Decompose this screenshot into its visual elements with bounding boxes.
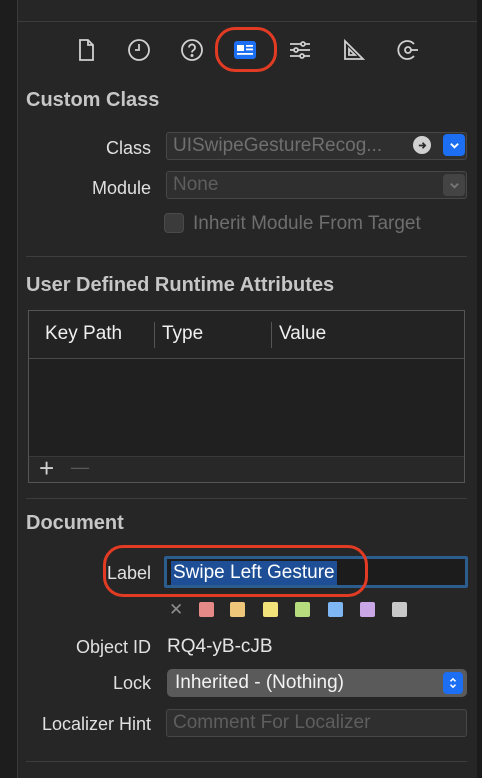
file-inspector-icon[interactable] xyxy=(72,36,100,64)
inherit-module-checkbox[interactable] xyxy=(164,213,184,233)
object-id-label: Object ID xyxy=(75,637,151,657)
column-separator xyxy=(154,322,155,348)
red-label-swatch[interactable] xyxy=(199,602,214,617)
section-divider xyxy=(26,761,467,762)
class-dropdown-chevron-icon[interactable] xyxy=(443,134,465,156)
yellow-label-swatch[interactable] xyxy=(263,602,278,617)
lock-popup-button[interactable]: Inherited - (Nothing) xyxy=(167,669,467,697)
green-label-swatch[interactable] xyxy=(295,602,310,617)
annotation-circle-label xyxy=(103,545,368,597)
section-divider xyxy=(26,498,467,499)
remove-attribute-button[interactable]: — xyxy=(71,457,89,478)
object-id-value: RQ4-yB-cJB xyxy=(167,636,273,657)
connections-inspector-icon[interactable] xyxy=(394,36,422,64)
localizer-hint-placeholder: Comment For Localizer xyxy=(173,712,371,733)
history-icon[interactable] xyxy=(125,36,153,64)
table-footer: + — xyxy=(29,453,464,484)
runtime-attributes-title: User Defined Runtime Attributes xyxy=(26,274,335,296)
table-header: Key Path Type Value xyxy=(29,311,464,359)
localizer-hint-field[interactable]: Comment For Localizer xyxy=(166,709,467,737)
right-window-edge xyxy=(477,0,482,778)
go-to-class-arrow-icon[interactable] xyxy=(413,136,431,154)
identity-inspector: Custom Class Class UISwipeGestureRecog..… xyxy=(18,82,477,778)
section-divider xyxy=(26,256,467,257)
module-dropdown-chevron-icon[interactable] xyxy=(443,174,465,196)
annotation-circle-toolbar xyxy=(215,27,277,72)
left-panel-edge xyxy=(0,0,18,778)
class-label: Class xyxy=(105,138,151,158)
inherit-module-label: Inherit Module From Target xyxy=(193,213,421,234)
module-placeholder: None xyxy=(173,174,219,195)
up-down-chevron-icon xyxy=(443,672,463,694)
lock-label: Lock xyxy=(112,673,151,693)
custom-class-title: Custom Class xyxy=(26,89,160,111)
localizer-hint-label: Localizer Hint xyxy=(41,714,151,734)
purple-label-swatch[interactable] xyxy=(360,602,375,617)
window-top-bar xyxy=(18,0,482,22)
column-separator xyxy=(271,322,272,348)
attributes-inspector-icon[interactable] xyxy=(286,36,314,64)
document-title: Document xyxy=(26,512,124,534)
module-field[interactable]: None xyxy=(166,171,467,199)
orange-label-swatch[interactable] xyxy=(230,602,245,617)
blue-label-swatch[interactable] xyxy=(328,602,343,617)
inspector-toolbar xyxy=(18,22,477,82)
add-attribute-button[interactable]: + xyxy=(39,453,54,484)
runtime-attributes-table: Key Path Type Value + — xyxy=(28,310,465,483)
lock-value: Inherited - (Nothing) xyxy=(175,672,344,693)
column-value[interactable]: Value xyxy=(279,323,326,345)
class-value: UISwipeGestureRecog... xyxy=(173,135,383,156)
column-type[interactable]: Type xyxy=(162,323,203,345)
column-key-path[interactable]: Key Path xyxy=(45,323,122,345)
gray-label-swatch[interactable] xyxy=(392,602,407,617)
clear-label-color-icon[interactable]: ✕ xyxy=(169,600,183,620)
size-inspector-icon[interactable] xyxy=(340,36,368,64)
quick-help-icon[interactable] xyxy=(178,36,206,64)
module-label: Module xyxy=(91,178,151,198)
